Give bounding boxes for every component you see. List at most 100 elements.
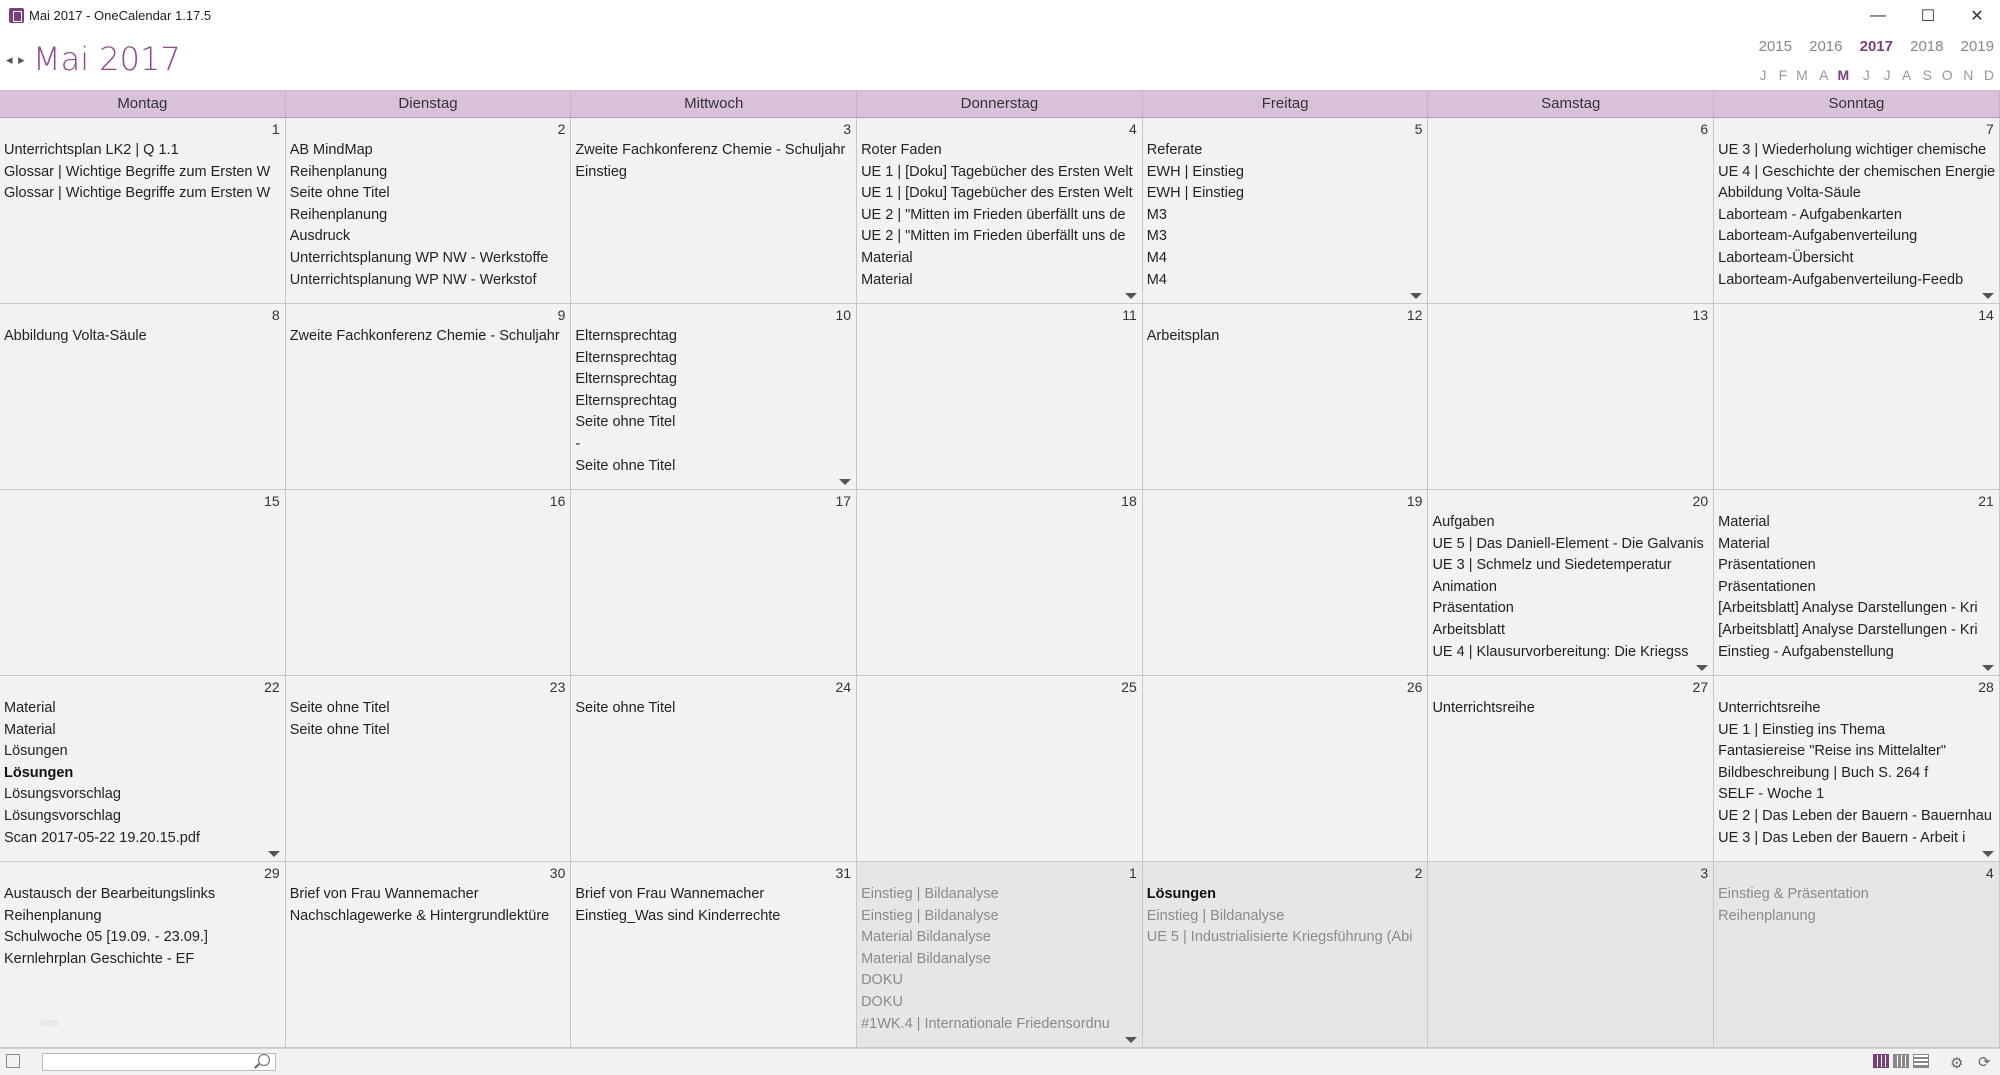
month-9[interactable]: O — [1932, 67, 1953, 83]
page-entry[interactable]: Präsentationen — [1718, 555, 1995, 577]
year-2015[interactable]: 2015 — [1742, 38, 1792, 55]
page-entry[interactable]: Zweite Fachkonferenz Chemie - Schuljahr — [575, 140, 852, 162]
page-entry[interactable]: Unterrichtsreihe — [1432, 698, 1709, 720]
day-cell[interactable]: 4 Einstieg & Präsentation Reihenplanung — [1714, 862, 2000, 1048]
day-cell[interactable]: 4 Roter Faden UE 1 | [Doku] Tagebücher des… — [857, 118, 1143, 304]
page-entry[interactable]: Kernlehrplan Geschichte - EF — [4, 949, 281, 971]
page-entry[interactable]: UE 4 | Klausurvorbereitung: Die Kriegss — [1432, 642, 1709, 664]
page-entry[interactable]: Brief von Frau Wannemacher — [575, 884, 852, 906]
page-entry[interactable]: UE 4 | Geschichte der chemischen Energie — [1718, 162, 1995, 184]
more-entries-arrow-icon[interactable] — [839, 479, 852, 485]
month-10[interactable]: N — [1953, 67, 1973, 83]
search-input[interactable] — [42, 1053, 276, 1071]
page-entry[interactable]: Animation — [1432, 577, 1709, 599]
prev-next-arrows-icon[interactable]: ◂ ▸ — [6, 52, 26, 68]
page-entry[interactable]: Reihenplanung — [290, 162, 567, 184]
day-cell[interactable]: 14 — [1714, 304, 2000, 490]
month-6[interactable]: J — [1870, 67, 1891, 83]
page-entry[interactable]: Scan 2017-05-22 19.20.15.pdf — [4, 828, 281, 850]
day-cell[interactable]: 24 Seite ohne Titel — [571, 676, 858, 862]
page-entry[interactable]: Material — [4, 698, 281, 720]
page-entry[interactable]: Einstieg_Was sind Kinderrechte — [575, 906, 852, 928]
day-cell[interactable]: 11 — [857, 304, 1143, 490]
page-entry[interactable]: Unterrichtsplanung WP NW - Werkstoffe — [290, 248, 567, 270]
day-cell[interactable]: 3 — [1428, 862, 1715, 1048]
day-cell[interactable]: 18 — [857, 490, 1143, 676]
month-1[interactable]: F — [1766, 67, 1788, 83]
page-entry[interactable]: Präsentation — [1432, 598, 1709, 620]
day-cell[interactable]: 7 UE 3 | Wiederholung wichtiger chemische… — [1714, 118, 2000, 304]
page-entry[interactable]: - — [575, 434, 852, 456]
gear-icon[interactable]: ⚙ — [1950, 1054, 1963, 1072]
page-entry[interactable]: Abbildung Volta-Säule — [4, 326, 281, 348]
page-entry[interactable]: Laborteam - Aufgabenkarten — [1718, 205, 1995, 227]
page-entry[interactable]: Seite ohne Titel — [575, 456, 852, 478]
month-view-icon[interactable] — [1873, 1054, 1889, 1068]
more-entries-arrow-icon[interactable] — [1981, 293, 1994, 299]
page-entry[interactable]: Referate — [1147, 140, 1424, 162]
page-entry[interactable]: Schulwoche 05 [19.09. - 23.09.] — [4, 927, 281, 949]
page-entry[interactable]: Elternsprechtag — [575, 348, 852, 370]
day-cell[interactable]: 16 — [285, 490, 572, 676]
page-entry[interactable]: Material — [1718, 512, 1995, 534]
page-entry[interactable]: Einstieg | Bildanalyse — [861, 906, 1138, 928]
more-entries-arrow-icon[interactable] — [267, 851, 280, 857]
day-cell[interactable]: 9 Zweite Fachkonferenz Chemie - Schuljahr — [285, 304, 572, 490]
page-entry[interactable]: Präsentationen — [1718, 577, 1995, 599]
page-entry[interactable]: DOKU — [861, 970, 1138, 992]
day-cell[interactable]: 21 Material Material Präsentationen Präsenta… — [1714, 490, 2000, 676]
day-cell[interactable]: 6 — [1428, 118, 1715, 304]
page-entry[interactable]: EWH | Einstieg — [1147, 183, 1424, 205]
day-cell[interactable]: 26 — [1142, 676, 1429, 862]
page-entry[interactable]: Material Bildanalyse — [861, 927, 1138, 949]
page-entry[interactable]: Abbildung Volta-Säule — [1718, 183, 1995, 205]
page-entry[interactable]: Lösungen — [4, 763, 281, 785]
page-entry[interactable]: M3 — [1147, 226, 1424, 248]
day-cell[interactable]: 2 AB MindMap Reihenplanung Seite ohne Titel… — [285, 118, 572, 304]
page-entry[interactable]: #1WK.4 | Internationale Friedensordnu — [861, 1014, 1138, 1036]
page-entry[interactable]: Material Bildanalyse — [861, 949, 1138, 971]
day-cell[interactable]: 8 Abbildung Volta-Säule — [0, 304, 286, 490]
page-entry[interactable]: Einstieg | Bildanalyse — [1147, 906, 1424, 928]
page-entry[interactable]: Lösungen — [1147, 884, 1424, 906]
page-entry[interactable]: Seite ohne Titel — [290, 183, 567, 205]
year-2017[interactable]: 2017 — [1843, 38, 1893, 55]
page-entry[interactable]: UE 3 | Wiederholung wichtiger chemische — [1718, 140, 1995, 162]
day-cell[interactable]: 17 — [571, 490, 858, 676]
day-cell[interactable]: 25 — [857, 676, 1143, 862]
page-entry[interactable]: Unterrichtsplanung WP NW - Werkstof — [290, 270, 567, 292]
week-view-icon[interactable] — [1893, 1054, 1909, 1068]
more-entries-arrow-icon[interactable] — [1696, 665, 1709, 671]
page-entry[interactable]: Aufgaben — [1432, 512, 1709, 534]
search-icon[interactable] — [258, 1054, 270, 1066]
page-entry[interactable]: Lösungsvorschlag — [4, 806, 281, 828]
day-cell[interactable]: 31 Brief von Frau Wannemacher Einstieg_Was… — [571, 862, 858, 1048]
more-entries-arrow-icon[interactable] — [1410, 293, 1423, 299]
month-5[interactable]: J — [1849, 67, 1870, 83]
page-entry[interactable]: UE 2 | "Mitten im Frieden überfällt uns … — [861, 226, 1138, 248]
day-cell[interactable]: 2 Lösungen Einstieg | Bildanalyse UE 5 | In… — [1142, 862, 1429, 1048]
page-entry[interactable]: Bildbeschreibung | Buch S. 264 f — [1718, 763, 1995, 785]
page-entry[interactable]: Seite ohne Titel — [575, 698, 852, 720]
page-entry[interactable]: UE 2 | Das Leben der Bauern - Bauernhau — [1718, 806, 1995, 828]
page-entry[interactable]: Reihenplanung — [4, 906, 281, 928]
month-11[interactable]: D — [1973, 67, 1994, 83]
page-entry[interactable]: Roter Faden — [861, 140, 1138, 162]
page-entry[interactable]: Reihenplanung — [1718, 906, 1995, 928]
page-entry[interactable]: Einstieg & Präsentation — [1718, 884, 1995, 906]
page-entry[interactable]: AB MindMap — [290, 140, 567, 162]
month-7[interactable]: A — [1891, 67, 1911, 83]
page-entry[interactable]: Material — [861, 270, 1138, 292]
page-entry[interactable]: Laborteam-Aufgabenverteilung-Feedb — [1718, 270, 1995, 292]
page-entry[interactable]: Einstieg | Bildanalyse — [861, 884, 1138, 906]
day-cell[interactable]: 12 Arbeitsplan — [1142, 304, 1429, 490]
page-entry[interactable]: UE 1 | Einstieg ins Thema — [1718, 720, 1995, 742]
page-entry[interactable]: M3 — [1147, 205, 1424, 227]
day-cell[interactable]: 10 Elternsprechtag Elternsprechtag Elternsp… — [571, 304, 858, 490]
page-entry[interactable]: [Arbeitsblatt] Analyse Darstellungen - K… — [1718, 620, 1995, 642]
page-entry[interactable]: UE 3 | Das Leben der Bauern - Arbeit i — [1718, 828, 1995, 850]
month-3[interactable]: A — [1808, 67, 1828, 83]
page-entry[interactable]: Material — [1718, 534, 1995, 556]
close-button[interactable]: ✕ — [1955, 0, 1999, 32]
maximize-button[interactable]: ☐ — [1906, 0, 1950, 32]
